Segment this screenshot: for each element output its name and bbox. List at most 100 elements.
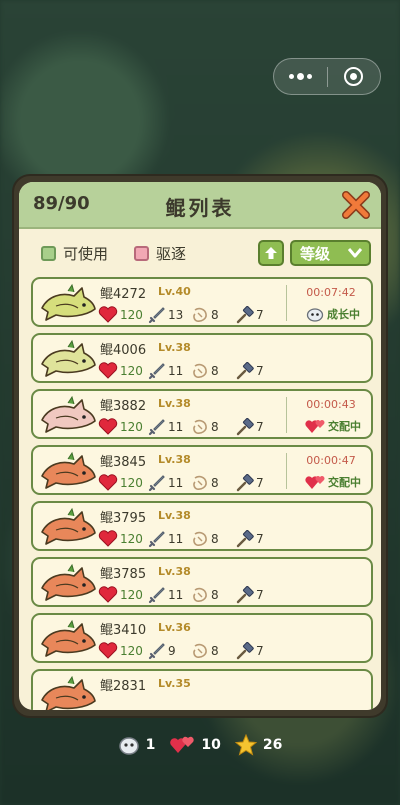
heart-icon — [98, 474, 118, 491]
kun-list-panel: 89/90 鲲列表 可使用 驱逐 等级 鲲4272 Lv.40 120 13 8… — [12, 174, 388, 718]
defense-stat: 8 — [191, 306, 219, 324]
sword-icon — [148, 587, 165, 604]
attack-stat: 11 — [148, 530, 183, 548]
kun-fish-icon — [41, 619, 96, 657]
kun-row[interactable]: 鲲3882 Lv.38 120 11 8 7 00:00:43 交配中 — [31, 389, 373, 439]
kun-fish-icon — [41, 395, 96, 433]
kun-fish-icon — [41, 451, 96, 489]
kun-name: 鲲4272 — [100, 287, 147, 302]
egg-count: 1 — [145, 737, 156, 753]
defense-stat: 8 — [191, 362, 219, 380]
kun-row[interactable]: 鲲3845 Lv.38 120 11 8 7 00:00:47 交配中 — [31, 445, 373, 495]
hammer-icon — [236, 642, 254, 660]
hp-stat: 120 — [98, 306, 143, 323]
status-label: 成长中 — [295, 306, 371, 322]
hp-stat: 120 — [98, 418, 143, 435]
hammer-icon — [236, 362, 254, 380]
hammer-stat: 7 — [236, 530, 264, 548]
sword-icon — [148, 363, 165, 380]
sort-order-button[interactable] — [258, 240, 284, 266]
hammer-icon — [236, 418, 254, 436]
sword-icon — [148, 531, 165, 548]
hp-stat: 120 — [98, 586, 143, 603]
target-icon — [344, 67, 364, 86]
hammer-stat: 7 — [236, 474, 264, 492]
defense-icon — [193, 307, 207, 322]
usable-swatch — [41, 246, 56, 261]
kun-row[interactable]: 鲲3410 Lv.36 120 9 8 7 — [31, 613, 373, 663]
hearts-icon — [170, 736, 195, 753]
kun-row[interactable]: 鲲4272 Lv.40 120 13 8 7 00:07:42 成长中 — [31, 277, 373, 327]
kun-level: Lv.36 — [158, 621, 191, 634]
heart-icon — [98, 362, 118, 379]
kun-row[interactable]: 鲲3785 Lv.38 120 11 8 7 — [31, 557, 373, 607]
hp-stat: 120 — [98, 642, 143, 659]
status-timer: 00:00:47 — [306, 454, 356, 467]
sort-label: 等级 — [300, 244, 331, 263]
hammer-stat: 7 — [236, 586, 264, 604]
legend-expel[interactable]: 驱逐 — [134, 243, 186, 264]
filter-bar: 可使用 驱逐 等级 — [19, 229, 381, 277]
kun-name: 鲲2831 — [100, 679, 147, 694]
sword-icon — [148, 643, 165, 660]
hammer-stat: 7 — [236, 306, 264, 324]
kun-fish-icon — [41, 339, 96, 377]
defense-icon — [193, 475, 207, 490]
row-divider — [286, 453, 287, 489]
chevron-down-icon — [348, 248, 362, 258]
star-count: 26 — [262, 737, 283, 753]
exit-button[interactable] — [328, 67, 381, 86]
more-button[interactable] — [274, 72, 327, 80]
sword-icon — [148, 419, 165, 436]
legend-usable[interactable]: 可使用 — [41, 243, 108, 264]
status-timer: 00:07:42 — [306, 286, 356, 299]
hammer-icon — [236, 306, 254, 324]
legend-expel-label: 驱逐 — [156, 245, 187, 263]
star-icon — [234, 734, 257, 756]
hammer-stat: 7 — [236, 642, 264, 660]
kun-list: 鲲4272 Lv.40 120 13 8 7 00:07:42 成长中 鲲4006 Lv.38 1… — [19, 277, 381, 710]
kun-row[interactable]: 鲲2831 Lv.35 — [31, 669, 373, 710]
egg-icon — [118, 737, 139, 755]
close-icon[interactable] — [341, 190, 371, 220]
heart-icon — [98, 306, 118, 323]
defense-icon — [193, 587, 207, 602]
attack-stat: 9 — [148, 642, 176, 660]
sword-icon — [148, 307, 165, 324]
legend-usable-label: 可使用 — [63, 245, 109, 263]
kun-row[interactable]: 鲲4006 Lv.38 120 11 8 7 — [31, 333, 373, 383]
hammer-stat: 7 — [236, 362, 264, 380]
kun-fish-icon — [41, 507, 96, 545]
row-divider — [286, 285, 287, 321]
defense-icon — [193, 643, 207, 658]
sword-icon — [148, 475, 165, 492]
attack-stat: 11 — [148, 586, 183, 604]
hammer-icon — [236, 530, 254, 548]
heart-icon — [98, 586, 118, 603]
kun-name: 鲲4006 — [100, 343, 147, 358]
kun-fish-icon — [41, 283, 96, 321]
status-label: 交配中 — [295, 474, 371, 490]
defense-icon — [193, 531, 207, 546]
hp-stat: 120 — [98, 530, 143, 547]
defense-icon — [193, 419, 207, 434]
kun-name: 鲲3785 — [100, 567, 147, 582]
status-label: 交配中 — [295, 418, 371, 434]
attack-stat: 11 — [148, 418, 183, 436]
egg-icon — [306, 308, 324, 322]
hammer-icon — [236, 586, 254, 604]
attack-stat: 11 — [148, 474, 183, 492]
sort-dropdown[interactable]: 等级 — [290, 240, 371, 266]
hammer-icon — [236, 474, 254, 492]
defense-stat: 8 — [191, 418, 219, 436]
attack-stat: 13 — [148, 306, 183, 324]
defense-stat: 8 — [191, 530, 219, 548]
resource-bar: 1 10 26 — [0, 730, 400, 760]
heart-icon — [98, 642, 118, 659]
kun-name: 鲲3410 — [100, 623, 147, 638]
status-timer: 00:00:43 — [306, 398, 356, 411]
defense-icon — [193, 363, 207, 378]
kun-row[interactable]: 鲲3795 Lv.38 120 11 8 7 — [31, 501, 373, 551]
heart-icon — [98, 530, 118, 547]
hp-stat: 120 — [98, 362, 143, 379]
